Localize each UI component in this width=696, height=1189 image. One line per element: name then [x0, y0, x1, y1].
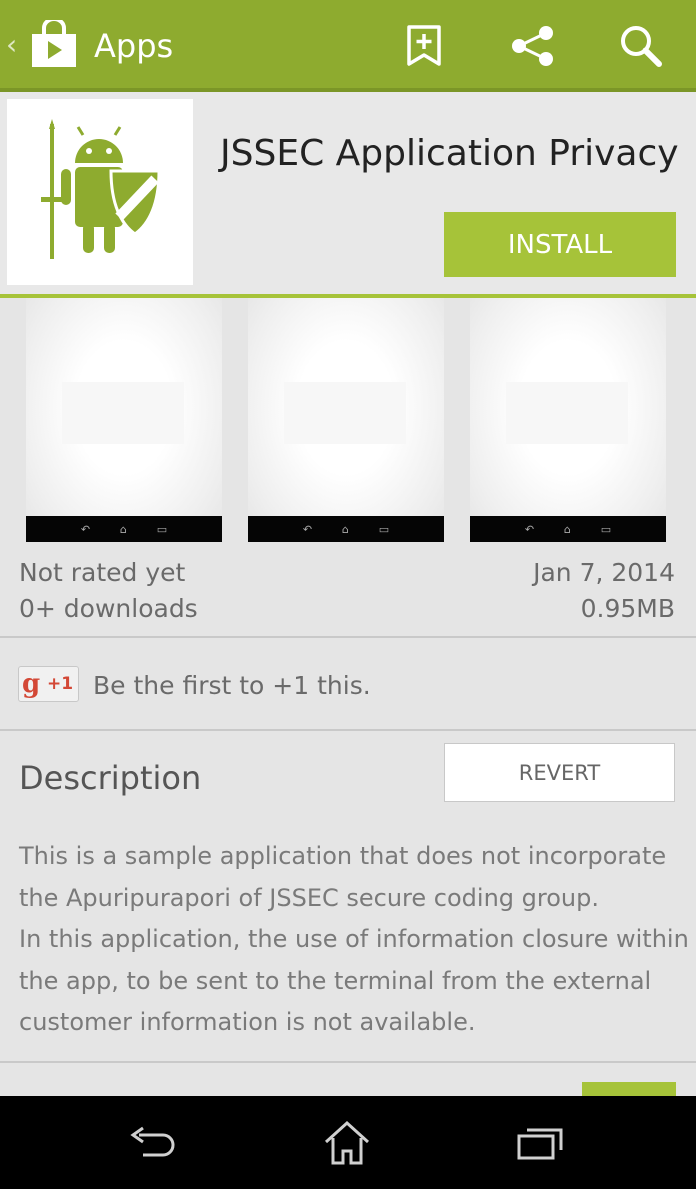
screenshot-placeholder: [62, 382, 184, 444]
date-text: Jan 7, 2014: [533, 558, 675, 587]
description-heading: Description: [19, 759, 202, 797]
app-title: JSSEC Application Privacy: [220, 133, 679, 174]
description-paragraph: This is a sample application that does n…: [19, 842, 667, 912]
recents-icon[interactable]: [514, 1118, 566, 1168]
screenshot-1[interactable]: ↶ ⌂ ▭: [26, 298, 222, 542]
plus-one-text: Be the first to +1 this.: [93, 671, 371, 700]
screenshot-placeholder: [506, 382, 628, 444]
divider: [0, 729, 696, 731]
screenshot-3[interactable]: ↶ ⌂ ▭: [470, 298, 666, 542]
google-plus-one-button[interactable]: g +1: [18, 666, 79, 702]
app-icon: [7, 99, 193, 285]
bookmark-add-icon[interactable]: [398, 20, 450, 72]
revert-button[interactable]: REVERT: [444, 743, 675, 802]
divider: [0, 1061, 696, 1063]
screenshot-navbar: ↶ ⌂ ▭: [248, 516, 444, 542]
description-body: This is a sample application that does n…: [19, 836, 689, 1044]
share-icon[interactable]: [507, 20, 559, 72]
partial-button[interactable]: [582, 1082, 676, 1096]
screenshot-2[interactable]: ↶ ⌂ ▭: [248, 298, 444, 542]
install-button[interactable]: INSTALL: [444, 212, 676, 277]
up-caret-icon[interactable]: ‹: [6, 30, 17, 60]
play-store-icon[interactable]: [31, 20, 77, 68]
google-plus-one-label: +1: [47, 674, 74, 694]
description-paragraph: In this application, the use of informat…: [19, 925, 689, 1036]
rating-text: Not rated yet: [19, 558, 186, 587]
search-icon[interactable]: [615, 20, 667, 72]
home-icon[interactable]: [321, 1118, 373, 1168]
downloads-text: 0+ downloads: [19, 594, 198, 623]
size-text: 0.95MB: [580, 594, 675, 623]
screenshot-navbar: ↶ ⌂ ▭: [26, 516, 222, 542]
screenshot-placeholder: [284, 382, 406, 444]
screenshot-navbar: ↶ ⌂ ▭: [470, 516, 666, 542]
action-bar-title[interactable]: Apps: [94, 26, 173, 66]
back-icon[interactable]: [128, 1118, 180, 1168]
google-plus-g: g: [22, 669, 41, 699]
divider: [0, 636, 696, 638]
